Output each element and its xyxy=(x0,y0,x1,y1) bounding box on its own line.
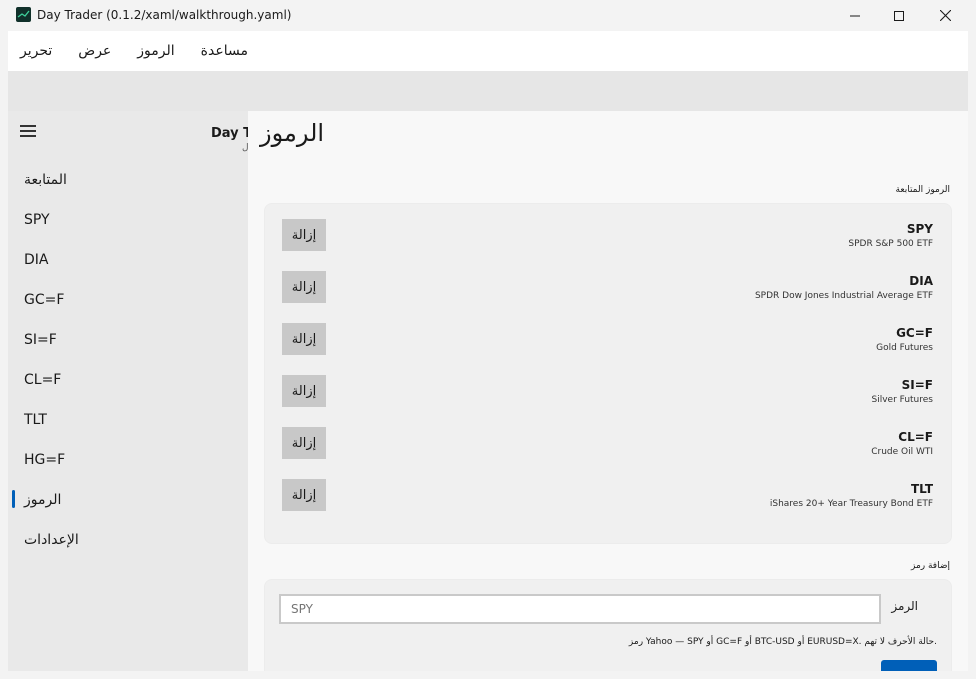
symbol-row: إزالة SPY SPDR S&P 500 ETF xyxy=(265,219,951,259)
minimize-icon xyxy=(850,15,860,16)
window-title: Day Trader (0.1.2/xaml/walkthrough.yaml) xyxy=(37,8,292,22)
symbol-name: Silver Futures xyxy=(871,395,934,405)
menu-help[interactable]: مساعدة xyxy=(201,43,248,59)
nav-pane: Day Tr ل المتابعة SPY DIA GC=F SI=F CL=F… xyxy=(8,111,257,671)
symbol-row: إزالة DIA SPDR Dow Jones Industrial Aver… xyxy=(265,271,951,311)
nav-item-settings[interactable]: الإعدادات xyxy=(24,532,79,548)
remove-button[interactable]: إزالة xyxy=(282,375,326,407)
nav-item-clf[interactable]: CL=F xyxy=(24,372,61,388)
symbol-ticker: SI=F xyxy=(901,378,933,392)
nav-item-gcf[interactable]: GC=F xyxy=(24,292,64,308)
nav-item-symbols[interactable]: الرموز xyxy=(24,492,61,508)
remove-button[interactable]: إزالة xyxy=(282,427,326,459)
symbol-name: SPDR Dow Jones Industrial Average ETF xyxy=(754,291,933,301)
menu-edit[interactable]: تحرير xyxy=(20,43,52,59)
minimize-button[interactable] xyxy=(832,0,878,31)
remove-button[interactable]: إزالة xyxy=(282,323,326,355)
title-bar: Day Trader (0.1.2/xaml/walkthrough.yaml) xyxy=(0,0,976,31)
symbol-ticker: TLT xyxy=(910,482,933,496)
symbol-name: iShares 20+ Year Treasury Bond ETF xyxy=(769,499,933,509)
maximize-icon xyxy=(894,10,904,21)
menu-view[interactable]: عرض xyxy=(78,43,111,59)
symbol-ticker: GC=F xyxy=(896,326,933,340)
maximize-button[interactable] xyxy=(876,0,922,31)
remove-button[interactable]: إزالة xyxy=(282,271,326,303)
menu-symbols[interactable]: الرموز xyxy=(137,43,174,59)
remove-button[interactable]: إزالة xyxy=(282,479,326,511)
hamburger-menu-icon[interactable] xyxy=(20,125,36,140)
symbol-ticker: CL=F xyxy=(898,430,933,444)
symbol-input-label: الرمز xyxy=(891,599,918,613)
add-symbol-label: إضافة رمز xyxy=(910,561,950,571)
nav-item-hgf[interactable]: HG=F xyxy=(24,452,65,468)
nav-selected-indicator xyxy=(12,490,15,508)
symbol-row: إزالة TLT iShares 20+ Year Treasury Bond… xyxy=(265,479,951,519)
symbol-row: إزالة GC=F Gold Futures xyxy=(265,323,951,363)
menu-bar: تحرير عرض الرموز مساعدة xyxy=(8,31,968,71)
nav-item-sif[interactable]: SI=F xyxy=(24,332,57,348)
symbol-ticker: SPY xyxy=(906,222,933,236)
page-title: الرموز xyxy=(260,119,325,147)
symbol-input[interactable] xyxy=(279,594,881,624)
remove-button[interactable]: إزالة xyxy=(282,219,326,251)
nav-item-spy[interactable]: SPY xyxy=(24,212,50,228)
add-symbol-card: الرمز رمز Yahoo — SPY أو GC=F أو BTC-USD… xyxy=(264,579,952,671)
symbol-help-text: رمز Yahoo — SPY أو GC=F أو BTC-USD أو EU… xyxy=(628,637,937,647)
symbol-name: Crude Oil WTI xyxy=(871,447,933,457)
header-strip xyxy=(8,71,968,111)
nav-item-watchlist[interactable]: المتابعة xyxy=(24,172,67,188)
watched-symbols-card: إزالة SPY SPDR S&P 500 ETF إزالة DIA SPD… xyxy=(264,203,952,544)
symbol-ticker: DIA xyxy=(909,274,933,288)
symbol-name: Gold Futures xyxy=(876,343,933,353)
add-symbol-button[interactable] xyxy=(881,660,937,671)
nav-item-dia[interactable]: DIA xyxy=(24,252,49,268)
content-pane: الرموز الرموز المتابعة إزالة SPY SPDR S&… xyxy=(248,111,968,671)
watched-symbols-label: الرموز المتابعة xyxy=(895,185,950,195)
nav-item-tlt[interactable]: TLT xyxy=(24,412,47,428)
app-icon xyxy=(16,7,31,22)
symbol-row: إزالة CL=F Crude Oil WTI xyxy=(265,427,951,467)
close-button[interactable] xyxy=(922,0,968,31)
symbol-row: إزالة SI=F Silver Futures xyxy=(265,375,951,415)
symbol-name: SPDR S&P 500 ETF xyxy=(848,239,933,249)
close-icon xyxy=(939,10,951,21)
